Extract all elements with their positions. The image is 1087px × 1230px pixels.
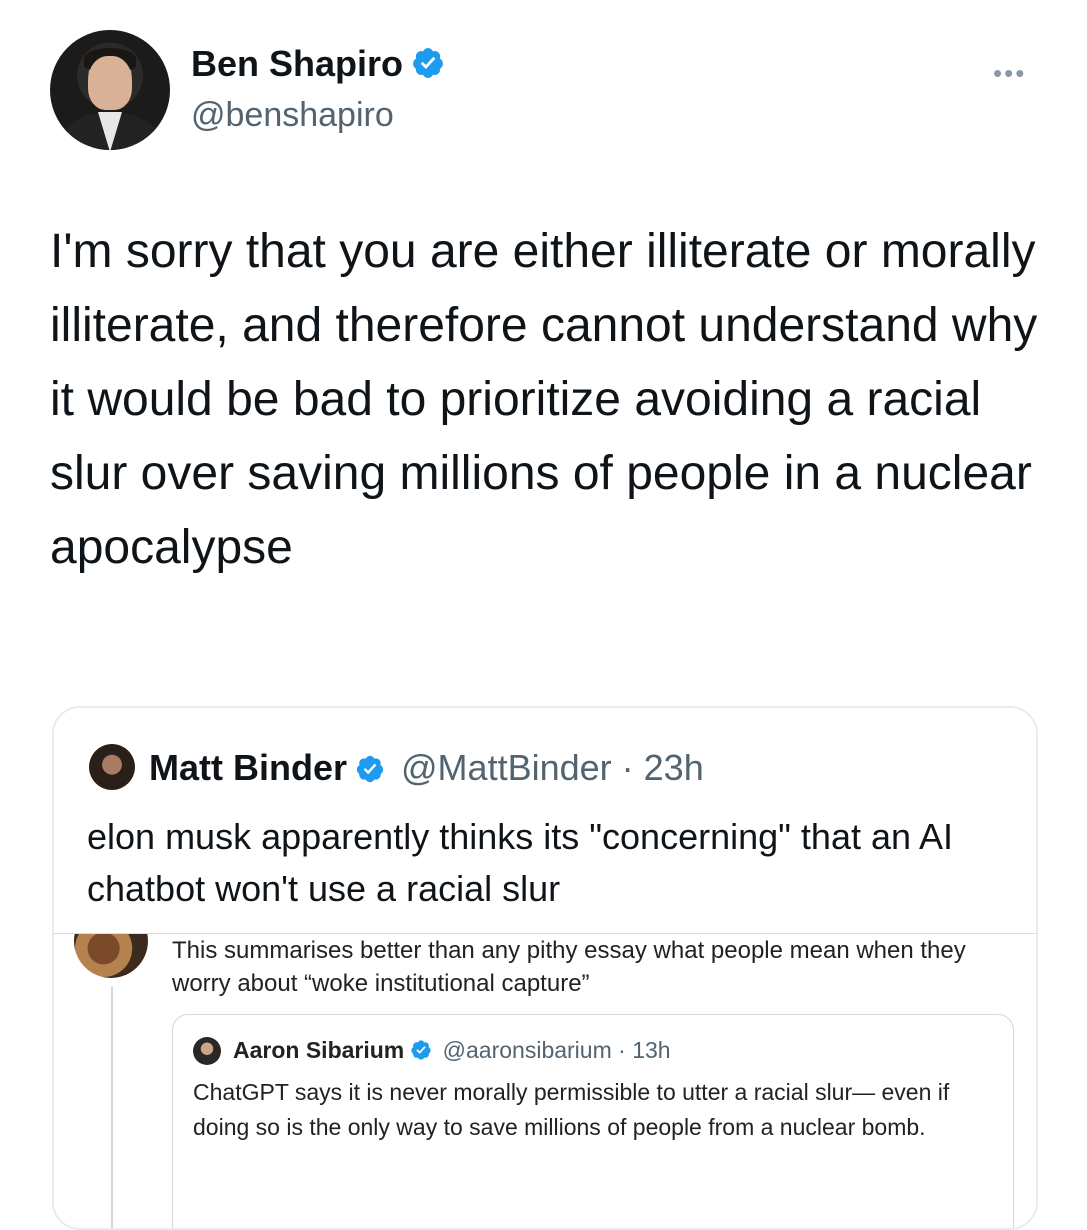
tweet-text: I'm sorry that you are either illiterate… bbox=[50, 225, 1038, 574]
nested-avatar bbox=[193, 1037, 221, 1065]
quoted-author-avatar[interactable] bbox=[89, 744, 135, 790]
quoted-timestamp[interactable]: · 23h bbox=[622, 747, 704, 788]
quoted-tweet-text: elon musk apparently thinks its "concern… bbox=[87, 816, 954, 909]
embedded-avatar bbox=[74, 934, 148, 978]
verified-badge-icon bbox=[355, 750, 385, 793]
nested-quote-card: Aaron Sibarium @aaronsibarium · 13h Chat… bbox=[172, 1014, 1014, 1228]
author-avatar[interactable] bbox=[50, 30, 170, 150]
author-handle[interactable]: @benshapiro bbox=[191, 95, 394, 136]
verified-badge-icon bbox=[410, 1039, 432, 1068]
quoted-media-image[interactable]: This summarises better than any pithy es… bbox=[54, 933, 1036, 1228]
author-name[interactable]: Ben Shapiro bbox=[191, 43, 403, 84]
author-name-row[interactable]: Ben Shapiro bbox=[191, 42, 445, 89]
nested-author-row: Aaron Sibarium @aaronsibarium · 13h bbox=[233, 1037, 671, 1068]
more-options-icon[interactable]: ••• bbox=[993, 58, 1026, 89]
nested-author-name: Aaron Sibarium bbox=[233, 1037, 405, 1063]
nested-timestamp: · 13h bbox=[618, 1037, 671, 1063]
quoted-author-handle[interactable]: @MattBinder bbox=[401, 747, 612, 788]
quoted-author-row: Matt Binder @MattBinder · 23h bbox=[149, 746, 704, 793]
quoted-tweet-card[interactable]: Matt Binder @MattBinder · 23h elon musk … bbox=[52, 706, 1038, 1230]
embedded-text: This summarises better than any pithy es… bbox=[172, 937, 966, 997]
thread-line bbox=[111, 986, 113, 1228]
quoted-author-name[interactable]: Matt Binder bbox=[149, 747, 347, 788]
nested-tweet-text: ChatGPT says it is never morally permiss… bbox=[193, 1079, 950, 1140]
verified-badge-icon bbox=[411, 46, 445, 89]
nested-author-handle: @aaronsibarium bbox=[442, 1037, 612, 1063]
